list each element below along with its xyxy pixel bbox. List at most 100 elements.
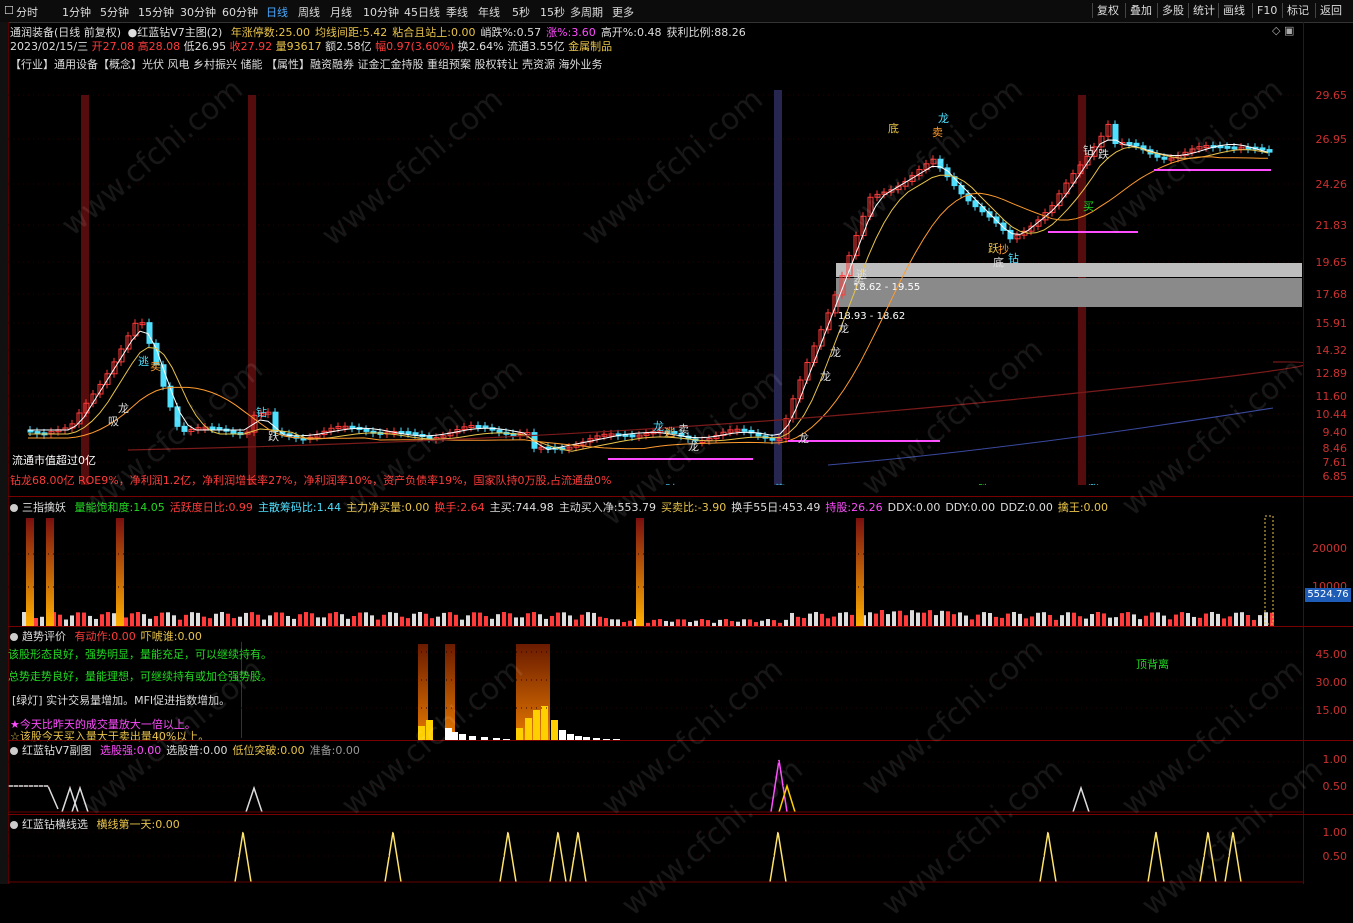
signal-mark-21: 底 (993, 255, 1004, 269)
trend-tick-3: 15.00 (1315, 704, 1348, 717)
volume-bar (322, 617, 326, 626)
volume-bar (1042, 612, 1046, 626)
volume-bar (874, 613, 878, 626)
volume-bar (742, 619, 746, 626)
volume-bar (394, 612, 398, 626)
volume-bar (502, 612, 506, 626)
period-tab-5[interactable]: 60分钟 (222, 4, 258, 20)
period-tab-1[interactable]: 1分钟 (62, 4, 91, 20)
trend-bar (551, 720, 558, 740)
volume-bar (1024, 618, 1028, 626)
volume-bar (142, 614, 146, 626)
toolbar-button-6[interactable]: 标记 (1282, 3, 1313, 18)
period-tab-3[interactable]: 15分钟 (138, 4, 174, 20)
volume-bar (352, 616, 356, 626)
line-spike (499, 831, 517, 883)
toolbar-button-2[interactable]: 多股 (1157, 3, 1188, 18)
volume-bar (946, 611, 950, 626)
toolbar-button-3[interactable]: 统计 (1188, 3, 1219, 18)
volume-bar (88, 615, 92, 626)
volume-bar (886, 614, 890, 626)
period-tab-10[interactable]: 45日线 (404, 4, 440, 20)
panel-toggle-icon[interactable] (10, 633, 18, 641)
candle-body (629, 434, 636, 438)
line-spike (769, 831, 787, 883)
menu-icon[interactable]: ☐ (4, 4, 14, 17)
volume-bar (1108, 617, 1112, 626)
volume-bar (58, 614, 62, 626)
toolbar-button-0[interactable]: 复权 (1092, 3, 1123, 18)
volume-bar (700, 619, 704, 626)
period-tab-4[interactable]: 30分钟 (180, 4, 216, 20)
volume-bar (1060, 615, 1064, 626)
volume-bar (238, 616, 242, 626)
volume-bar (868, 612, 872, 626)
volume-bar (1210, 612, 1214, 626)
volume-bar (442, 612, 446, 626)
signal-mark-5: 跃 (268, 429, 279, 443)
panel-control-icons[interactable]: ◇ ▣ (1272, 24, 1294, 37)
period-tab-15[interactable]: 多周期 (570, 4, 603, 20)
volume-bar (844, 612, 848, 626)
signal-mark-10: 龙 (798, 432, 809, 445)
volume-bar (1132, 614, 1136, 626)
candle-body (1126, 142, 1133, 146)
volume-spike (636, 518, 644, 626)
volume-bar (538, 614, 542, 626)
period-tab-9[interactable]: 10分钟 (363, 4, 399, 20)
toolbar-button-1[interactable]: 叠加 (1125, 3, 1156, 18)
volume-bar (1120, 613, 1124, 626)
period-tab-7[interactable]: 周线 (298, 4, 320, 20)
volume-bar (544, 618, 548, 626)
volume-bar (1240, 612, 1244, 626)
volume-bar (382, 614, 386, 626)
volume-bar (484, 616, 488, 626)
volume-bar (280, 612, 284, 626)
volume-bar (106, 612, 110, 626)
volume-current-badge: 5524.76 (1305, 588, 1351, 602)
signal-mark-13: 龙 (838, 322, 849, 335)
toolbar-button-5[interactable]: F10 (1252, 3, 1281, 18)
turnover-label: 换 (457, 40, 469, 53)
volume-bar (532, 612, 536, 626)
zone-label-2: 18.93 - 18.62 (838, 311, 905, 322)
period-tab-16[interactable]: 更多 (612, 4, 634, 20)
toolbar-button-7[interactable]: 返回 (1315, 3, 1346, 18)
period-tab-12[interactable]: 年线 (478, 4, 500, 20)
period-tab-13[interactable]: 5秒 (512, 4, 530, 20)
price-tick-5: 17.68 (1315, 288, 1348, 301)
volume-bar (562, 612, 566, 626)
volume-bar (196, 612, 200, 626)
period-tab-8[interactable]: 月线 (330, 4, 352, 20)
volume-bar (256, 614, 260, 626)
price-tick-1: 26.95 (1315, 133, 1348, 146)
candle-body (979, 206, 986, 213)
candle-body (986, 211, 993, 218)
circulation-value: 3.55亿 (529, 40, 565, 53)
volume-bar (406, 618, 410, 626)
period-tab-6[interactable]: 日线 (266, 4, 288, 20)
volume-bar (766, 619, 770, 626)
panel-toggle-icon[interactable] (10, 504, 18, 512)
candle-body (216, 427, 223, 431)
price-tick-13: 7.61 (1322, 456, 1348, 469)
period-tab-14[interactable]: 15秒 (540, 4, 565, 20)
volume-bar (1186, 613, 1190, 626)
volume-bar (1228, 616, 1232, 626)
toolbar-button-4[interactable]: 画线 (1218, 3, 1249, 18)
volume-bar (358, 612, 362, 626)
period-tab-11[interactable]: 季线 (446, 4, 468, 20)
volume-spike (46, 518, 54, 626)
volume-bar (520, 617, 524, 626)
volume-bar (916, 612, 920, 626)
period-tab-2[interactable]: 5分钟 (100, 4, 129, 20)
amount-value: 2.58亿 (336, 40, 372, 53)
volume-bar (334, 612, 338, 626)
high-label: 高 (137, 40, 149, 53)
period-tab-0[interactable]: 分时 (16, 4, 38, 20)
volume-bar (1258, 615, 1262, 626)
volume-bar (286, 615, 290, 626)
volume-bar (100, 614, 104, 626)
volume-value: 93617 (286, 40, 322, 53)
volume-bar (1006, 613, 1010, 626)
